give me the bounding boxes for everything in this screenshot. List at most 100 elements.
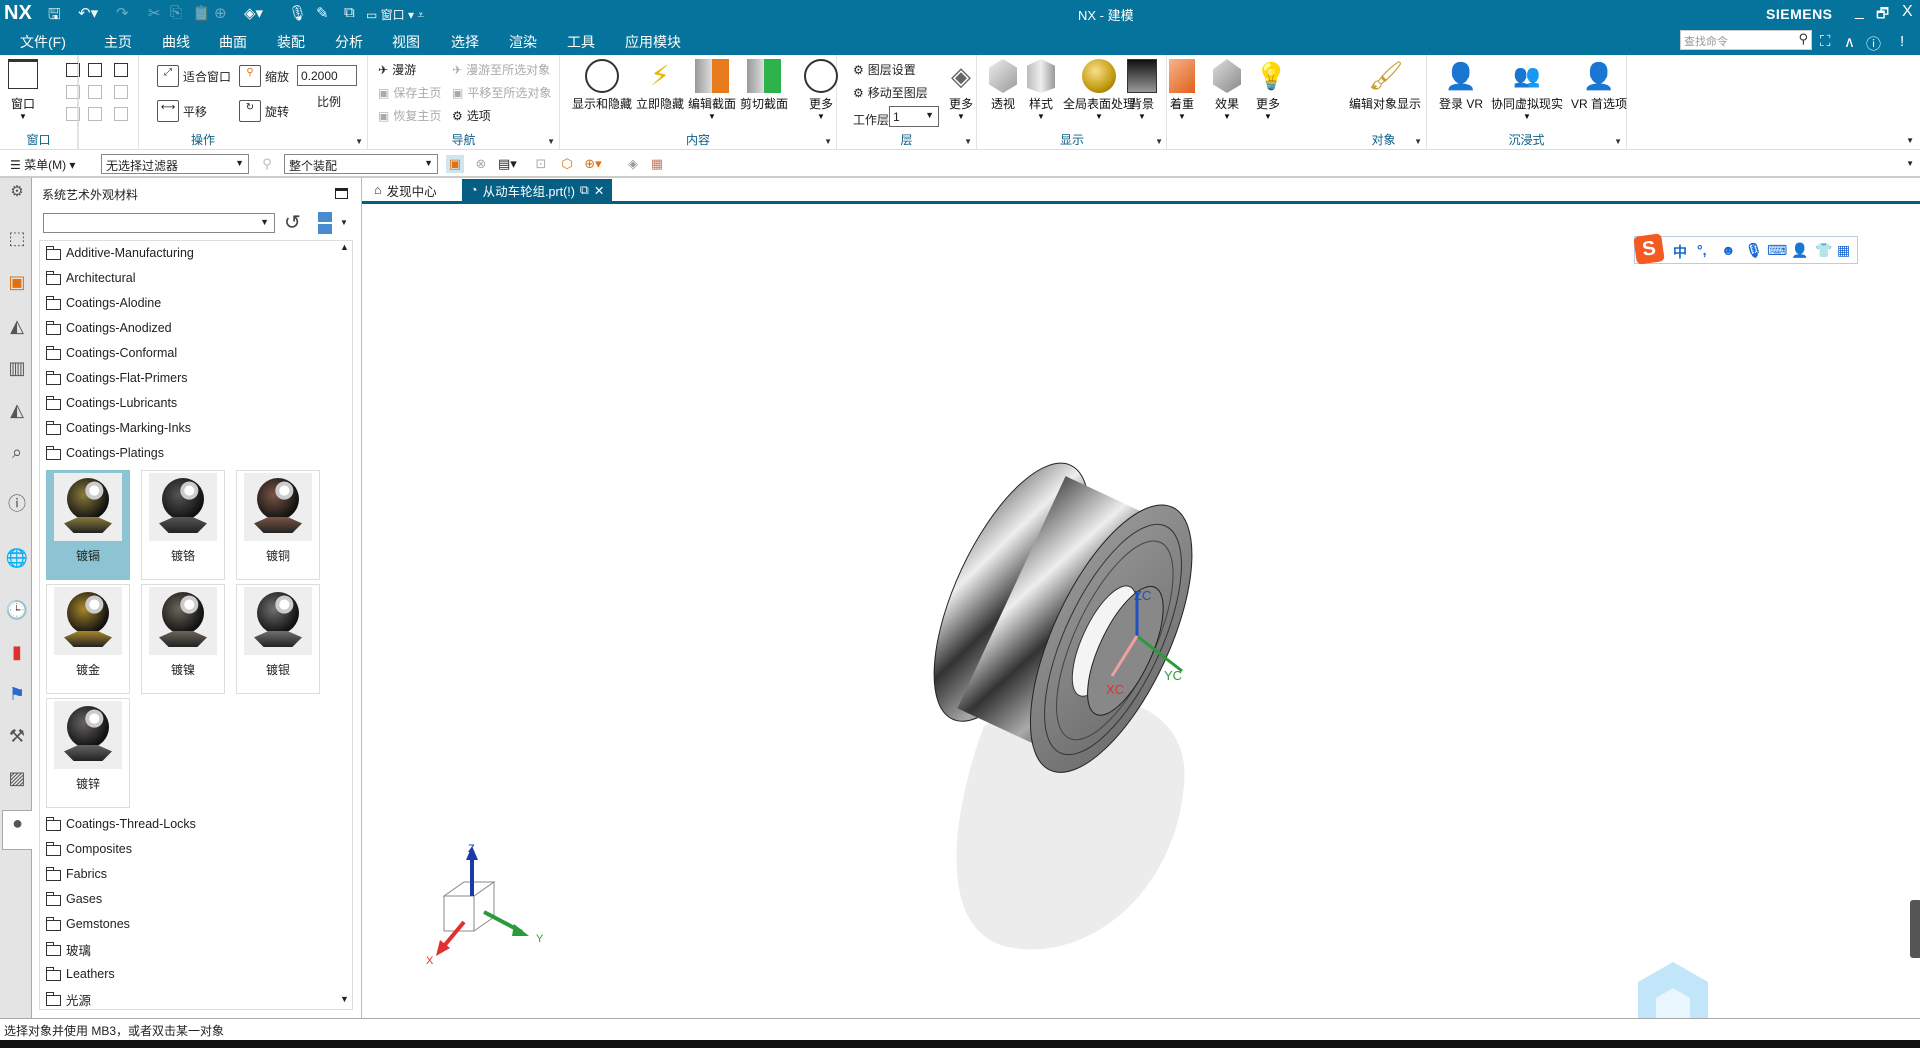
toolbox-icon[interactable]: ▦ bbox=[1837, 242, 1850, 259]
material-search-combo[interactable]: ▼ bbox=[43, 213, 275, 233]
folder-item[interactable]: Coatings-Marking-Inks bbox=[46, 418, 191, 438]
save-icon[interactable]: 🖫 bbox=[48, 4, 61, 29]
pan-button[interactable]: ⟷ 平移 bbox=[157, 100, 207, 122]
tab-tools[interactable]: 工具 bbox=[565, 32, 597, 52]
ime-mode[interactable]: 中 bbox=[1673, 242, 1687, 262]
folder-item[interactable]: Fabrics bbox=[46, 864, 107, 884]
move-to-layer-button[interactable]: ⚙ 移动至图层 bbox=[853, 84, 928, 101]
part-navigator-icon[interactable]: ◭ bbox=[5, 314, 29, 338]
clip-section-button[interactable]: 剪切截面 bbox=[740, 59, 788, 112]
layout-icon[interactable] bbox=[114, 85, 128, 99]
fly-to-selected-button[interactable]: ✈ 漫游至所选对象 bbox=[452, 61, 550, 78]
immediate-hide-button[interactable]: ⚡ 立即隐藏 bbox=[636, 59, 684, 112]
scroll-up-icon[interactable]: ▲ bbox=[340, 242, 349, 252]
material-tile[interactable]: 镀铬 bbox=[141, 470, 225, 580]
folder-item[interactable]: Coatings-Lubricants bbox=[46, 393, 177, 413]
layout-icon[interactable] bbox=[114, 107, 128, 121]
show-hide-button[interactable]: 显示和隐藏 bbox=[572, 59, 632, 112]
folder-item[interactable]: 光源 bbox=[46, 989, 91, 1009]
fit-button[interactable]: ⤢ 适合窗口 bbox=[157, 65, 231, 87]
3d-model-view[interactable]: ZC YC XC Z Y X bbox=[364, 206, 1920, 1042]
render-style-icon[interactable]: ◈▾ bbox=[244, 4, 263, 22]
folder-item[interactable]: Architectural bbox=[46, 268, 135, 288]
tab-file[interactable]: 文件(F) bbox=[18, 32, 68, 52]
tab-select[interactable]: 选择 bbox=[449, 32, 481, 52]
sogou-logo[interactable]: S bbox=[1633, 233, 1665, 265]
web-browser-icon[interactable]: 🌐 bbox=[5, 546, 29, 570]
tab-surface[interactable]: 曲面 bbox=[217, 32, 249, 52]
undo-icon[interactable]: ↶▾ bbox=[78, 4, 98, 22]
restore-home-button[interactable]: ▣ 恢复主页 bbox=[378, 107, 441, 124]
window-menu[interactable]: ▭ 窗口 ▾ ⩡ bbox=[366, 6, 424, 23]
fullscreen-icon[interactable]: ⛶ bbox=[1820, 33, 1831, 50]
vr-preferences-button[interactable]: 👤 VR 首选项 bbox=[1571, 59, 1627, 112]
tab-render[interactable]: 渲染 bbox=[507, 32, 539, 52]
tab-discovery-center[interactable]: ⌂ 发现中心 bbox=[366, 179, 445, 201]
group-menu-icon[interactable]: ▼ bbox=[355, 137, 363, 146]
gear-icon[interactable]: ⚙ bbox=[5, 180, 29, 204]
emoji-icon[interactable]: ☻ bbox=[1721, 242, 1736, 258]
material-tile[interactable]: 镀银 bbox=[236, 584, 320, 694]
toolbar-options-icon[interactable]: ▼ bbox=[1906, 159, 1914, 168]
material-tile[interactable]: 镀金 bbox=[46, 584, 130, 694]
save-home-button[interactable]: ▣ 保存主页 bbox=[378, 84, 441, 101]
minimize-button[interactable]: _ bbox=[1855, 3, 1864, 21]
paste-icon[interactable]: 📋 bbox=[192, 4, 211, 22]
type-filter-icon[interactable]: ▤▾ bbox=[498, 155, 517, 173]
select-feature-icon[interactable]: ▣ bbox=[446, 155, 464, 173]
tab-home[interactable]: 主页 bbox=[102, 32, 134, 52]
edit-section-button[interactable]: 编辑截面 ▼ bbox=[688, 59, 736, 121]
history-icon[interactable]: 🕒 bbox=[5, 598, 29, 622]
system-scenes-icon[interactable]: ▨ bbox=[5, 766, 29, 790]
refresh-icon[interactable]: ↺ bbox=[284, 210, 301, 235]
snap-point-icon[interactable]: ⬡ bbox=[558, 155, 576, 173]
edit-object-display-button[interactable]: 🖌 编辑对象显示 bbox=[1349, 59, 1421, 112]
cut-icon[interactable]: ✂ bbox=[148, 4, 161, 22]
folder-item[interactable]: Gemstones bbox=[46, 914, 130, 934]
selection-scope-select[interactable]: 整个装配 ▼ bbox=[284, 154, 438, 174]
folder-item[interactable]: Coatings-Anodized bbox=[46, 318, 172, 338]
restore-button[interactable]: 🗗 bbox=[1876, 3, 1889, 27]
layer-more-button[interactable]: ◈ 更多 ▼ bbox=[947, 59, 975, 121]
group-menu-icon[interactable]: ▼ bbox=[1614, 137, 1622, 146]
switch-window-icon[interactable]: ⧉ bbox=[344, 4, 355, 21]
folder-item[interactable]: Leathers bbox=[46, 964, 115, 984]
help-icon[interactable]: ⓘ bbox=[1866, 33, 1881, 54]
folder-item[interactable]: Composites bbox=[46, 839, 132, 859]
appearance-materials-icon[interactable]: ● bbox=[2, 810, 32, 850]
point-snap-menu-icon[interactable]: ⊕▾ bbox=[584, 155, 602, 173]
snap-icon[interactable]: ⊡ bbox=[532, 155, 550, 173]
pan-to-selected-button[interactable]: ▣ 平移至所选对象 bbox=[452, 84, 551, 101]
window-button[interactable]: 窗口 ▼ bbox=[8, 59, 38, 121]
constraint-navigator-icon[interactable]: ▣ bbox=[5, 270, 29, 294]
reset-filter-icon[interactable]: ⚲ bbox=[258, 155, 276, 173]
group-menu-icon[interactable]: ▼ bbox=[1414, 137, 1422, 146]
tab-curve[interactable]: 曲线 bbox=[160, 32, 192, 52]
options-button[interactable]: ⚙ 选项 bbox=[452, 107, 491, 124]
roles-icon[interactable]: ⚒ bbox=[5, 724, 29, 748]
rotate-button[interactable]: ↻ 旋转 bbox=[239, 100, 289, 122]
folder-item[interactable]: Coatings-Thread-Locks bbox=[46, 814, 196, 834]
layout-icon[interactable] bbox=[88, 107, 102, 121]
touch-mode-icon[interactable]: ✎ bbox=[316, 4, 329, 22]
login-vr-button[interactable]: 👤 登录 VR bbox=[1439, 59, 1483, 112]
work-layer-select[interactable]: 1 ▼ bbox=[889, 106, 939, 127]
select-body-icon[interactable]: ⊗ bbox=[472, 155, 490, 173]
folder-item[interactable]: Coatings-Conformal bbox=[46, 343, 177, 363]
user-icon[interactable]: 👤 bbox=[1791, 242, 1808, 259]
folder-item[interactable]: Coatings-Flat-Primers bbox=[46, 368, 188, 388]
inspection-icon[interactable]: ⌕ bbox=[5, 440, 29, 464]
close-button[interactable]: X bbox=[1902, 3, 1913, 21]
microphone-icon[interactable]: 🎙 bbox=[288, 4, 307, 22]
layer-settings-button[interactable]: ⚙ 图层设置 bbox=[853, 61, 916, 78]
copy-icon[interactable]: ⎘ bbox=[170, 4, 182, 21]
scroll-down-icon[interactable]: ▼ bbox=[340, 994, 349, 1004]
material-tile[interactable]: 镀锌 bbox=[46, 698, 130, 808]
command-search-input[interactable]: 查找命令 ⚲ bbox=[1680, 30, 1812, 50]
group-menu-icon[interactable]: ▼ bbox=[1155, 137, 1163, 146]
group-menu-icon[interactable]: ▼ bbox=[824, 137, 832, 146]
ribbon-options-icon[interactable]: ▼ bbox=[1906, 136, 1914, 145]
folder-item[interactable]: Gases bbox=[46, 889, 102, 909]
ime-punctuation[interactable]: °, bbox=[1697, 242, 1707, 258]
two-view-icon[interactable] bbox=[88, 63, 102, 77]
